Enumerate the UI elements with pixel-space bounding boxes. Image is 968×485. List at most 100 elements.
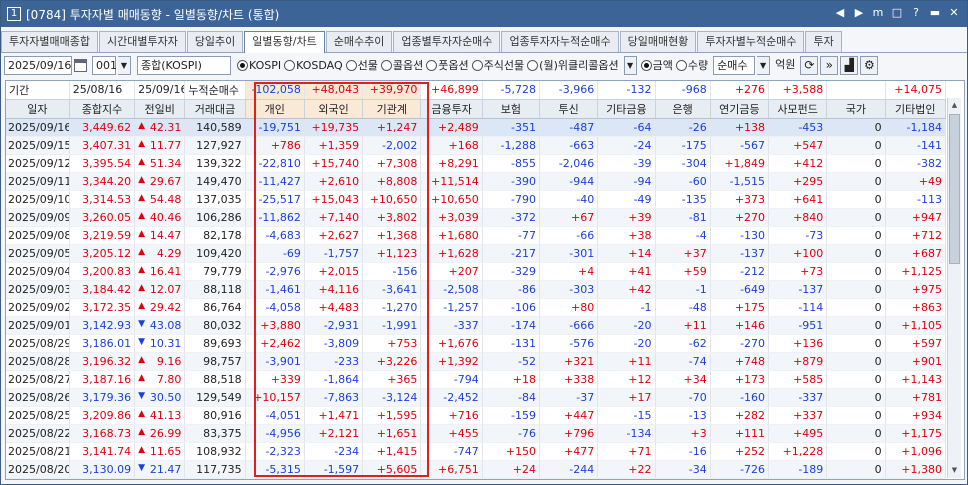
date-input[interactable]: 2025/09/16: [4, 55, 72, 75]
window-button-2[interactable]: m: [871, 6, 885, 20]
window-button-4[interactable]: ?: [909, 6, 923, 20]
table-row[interactable]: 2025/08/29 3,186.01 ▼ 10.31 89,693 +2,462 -3,8…: [6, 334, 947, 353]
tab-0[interactable]: 투자자별매매종합: [1, 31, 98, 52]
radio-circle-icon[interactable]: [426, 59, 438, 71]
table-row[interactable]: 2025/09/08 3,219.59 ▲ 14.47 82,178 -4,683 +2,6…: [6, 226, 947, 245]
unit-radio-1[interactable]: 수량: [675, 57, 708, 73]
value-cell: +339: [245, 370, 305, 389]
radio-3[interactable]: 콜옵션: [380, 57, 423, 73]
window-button-3[interactable]: □: [890, 6, 904, 20]
mode-select[interactable]: 순매수: [713, 55, 756, 75]
table-row[interactable]: 2025/08/28 3,196.32 ▲ 9.16 98,757 -3,901 -233 +…: [6, 352, 947, 371]
scroll-down-icon[interactable]: ▼: [949, 464, 960, 477]
calendar-icon[interactable]: [74, 58, 87, 72]
tab-2[interactable]: 당일추이: [186, 31, 244, 52]
table-row[interactable]: 2025/09/16 3,449.62 ▲ 42.31 140,589 -19,751 +1…: [6, 118, 947, 137]
table-row[interactable]: 2025/08/20 3,130.09 ▼ 21.47 117,735 -5,315 -1,…: [6, 460, 947, 479]
radio-2[interactable]: 선물: [345, 57, 378, 73]
code-input[interactable]: 001: [92, 55, 117, 75]
tab-3[interactable]: 일별동향/차트: [244, 31, 325, 53]
radio-circle-icon[interactable]: [675, 59, 687, 71]
vertical-scrollbar[interactable]: ▲ ▼: [947, 98, 961, 478]
refresh-icon[interactable]: ⟳: [800, 55, 819, 75]
radio-5[interactable]: 주식선물: [471, 57, 524, 73]
scroll-thumb[interactable]: [949, 114, 960, 264]
up-arrow-icon: ▲: [138, 300, 146, 311]
tab-4[interactable]: 순매수추이: [325, 31, 393, 52]
table-row[interactable]: 2025/09/15 3,407.31 ▲ 11.77 127,927 +786 +1,35…: [6, 136, 947, 155]
table-row[interactable]: 2025/09/09 3,260.05 ▲ 40.46 106,286 -11,862 +7…: [6, 208, 947, 227]
header-15[interactable]: 기타법인: [885, 99, 947, 119]
table-row[interactable]: 2025/09/04 3,200.83 ▲ 16.41 79,779 -2,976 +2,0…: [6, 262, 947, 281]
radio-4[interactable]: 풋옵션: [426, 57, 469, 73]
table-row[interactable]: 2025/08/21 3,141.74 ▲ 11.65 108,932 -2,323 -23…: [6, 442, 947, 461]
tab-9[interactable]: 투자: [805, 31, 842, 52]
value-cell: +3,802: [362, 208, 422, 227]
header-4[interactable]: 개인: [245, 99, 305, 119]
header-5[interactable]: 외국인: [304, 99, 364, 119]
radio-circle-icon[interactable]: [380, 59, 392, 71]
window-button-0[interactable]: ◀: [833, 6, 847, 20]
header-2[interactable]: 전일비: [134, 99, 186, 119]
value-cell: +412: [768, 154, 828, 173]
header-7[interactable]: 금융투자: [420, 99, 483, 119]
weekly-dropdown-icon[interactable]: ▼: [623, 55, 637, 75]
table-row[interactable]: 2025/08/25 3,209.86 ▲ 41.13 80,916 -4,051 +1,4…: [6, 406, 947, 425]
table-row[interactable]: 2025/09/03 3,184.42 ▲ 12.07 88,118 -1,461 +4,1…: [6, 280, 947, 299]
header-8[interactable]: 보험: [482, 99, 540, 119]
tab-5[interactable]: 업종별투자자순매수: [393, 31, 501, 52]
tab-8[interactable]: 투자자별누적순매수: [697, 31, 805, 52]
period-to[interactable]: 25/09/16: [134, 81, 186, 100]
radio-circle-icon[interactable]: [345, 59, 357, 71]
period-from-value[interactable]: 25/08/16: [73, 83, 122, 96]
window-button-5[interactable]: ▬: [928, 6, 942, 20]
chart-icon[interactable]: ▟: [840, 55, 859, 75]
radio-circle-icon[interactable]: [471, 59, 483, 71]
radio-circle-icon[interactable]: [284, 59, 296, 71]
header-9[interactable]: 투신: [539, 99, 599, 119]
period-to-value[interactable]: 25/09/16: [138, 83, 184, 96]
value-cell: -34: [655, 460, 711, 479]
radio-circle-icon[interactable]: [640, 59, 652, 71]
radio-circle-icon[interactable]: [237, 59, 248, 71]
down-arrow-icon: ▼: [138, 390, 146, 401]
radio-circle-icon[interactable]: [527, 59, 539, 71]
code-dropdown-icon[interactable]: ▼: [118, 55, 131, 75]
window-button-6[interactable]: ✕: [947, 6, 961, 20]
window-button-1[interactable]: ▶: [852, 6, 866, 20]
table-row[interactable]: 2025/09/12 3,395.54 ▲ 51.34 139,322 -22,810 +1…: [6, 154, 947, 173]
scroll-up-icon[interactable]: ▲: [949, 99, 960, 112]
header-3[interactable]: 거래대금: [184, 99, 246, 119]
tab-6[interactable]: 업종투자자누적순매수: [501, 31, 619, 52]
header-14[interactable]: 국가: [826, 99, 886, 119]
table-row[interactable]: 2025/09/02 3,172.35 ▲ 29.42 86,764 -4,058 +4,4…: [6, 298, 947, 317]
mode-dropdown-icon[interactable]: ▼: [757, 55, 771, 75]
table-row[interactable]: 2025/09/11 3,344.20 ▲ 29.67 149,470 -11,427 +2…: [6, 172, 947, 191]
table-row[interactable]: 2025/08/22 3,168.73 ▲ 26.99 83,375 -4,956 +2,1…: [6, 424, 947, 443]
summary-cell: +46,899: [420, 81, 483, 100]
header-13[interactable]: 사모펀드: [768, 99, 828, 119]
value-cell: -37: [539, 388, 599, 407]
unit-radio-0[interactable]: 금액: [640, 57, 673, 73]
table-row[interactable]: 2025/08/26 3,179.36 ▼ 30.50 129,549 +10,157 -7…: [6, 388, 947, 407]
up-arrow-icon: ▲: [138, 426, 146, 437]
table-row[interactable]: 2025/08/27 3,187.16 ▲ 7.80 88,518 +339 -1,864 +…: [6, 370, 947, 389]
header-6[interactable]: 기관계: [362, 99, 422, 119]
radio-6[interactable]: (월)위클리콜옵션: [527, 57, 619, 73]
tab-7[interactable]: 당일매매현황: [619, 31, 697, 52]
radio-1[interactable]: KOSDAQ: [284, 57, 343, 73]
header-12[interactable]: 연기금등: [710, 99, 770, 119]
table-row[interactable]: 2025/09/05 3,205.12 ▲ 4.29 109,420 -69 -1,757 +…: [6, 244, 947, 263]
settings-icon[interactable]: ⚙: [860, 55, 879, 75]
header-11[interactable]: 은행: [655, 99, 711, 119]
value-cell: -141: [885, 136, 947, 155]
header-10[interactable]: 기타금융: [597, 99, 656, 119]
period-from[interactable]: 25/08/16: [69, 81, 136, 100]
header-1[interactable]: 종합지수: [69, 99, 136, 119]
tab-1[interactable]: 시간대별투자자: [98, 31, 186, 52]
radio-0[interactable]: KOSPI: [237, 57, 281, 73]
table-row[interactable]: 2025/09/01 3,142.93 ▼ 43.08 80,032 +3,880 -2,9…: [6, 316, 947, 335]
header-0[interactable]: 일자: [6, 99, 70, 119]
next-icon[interactable]: »: [820, 55, 839, 75]
table-row[interactable]: 2025/09/10 3,314.53 ▲ 54.48 137,035 -25,517 +1…: [6, 190, 947, 209]
